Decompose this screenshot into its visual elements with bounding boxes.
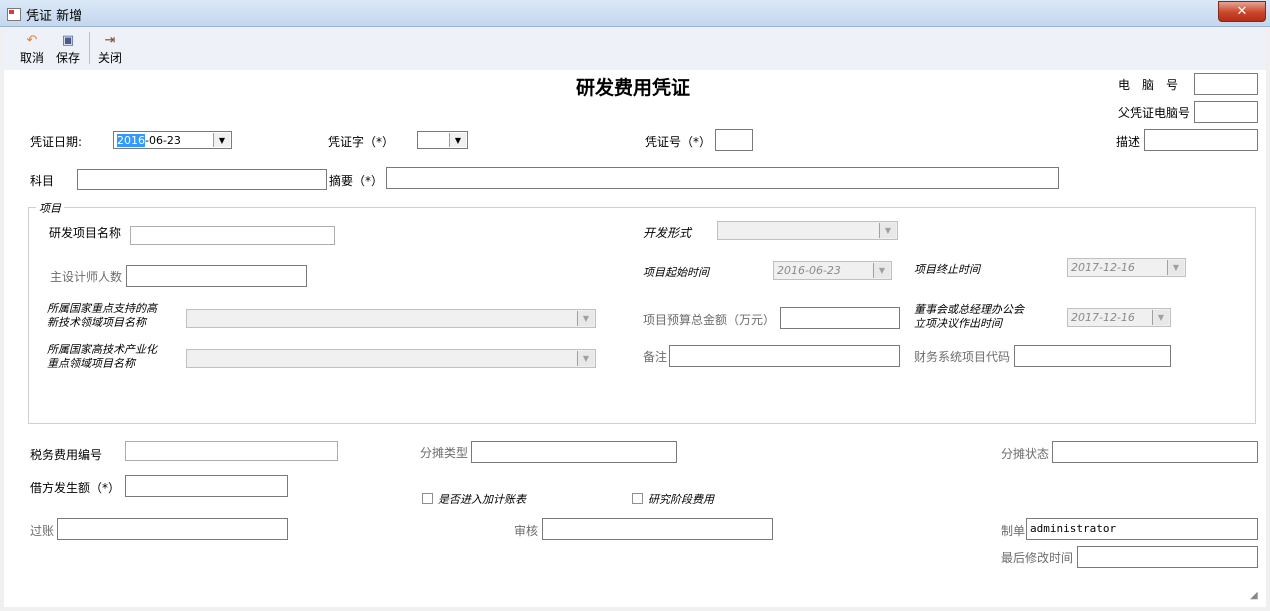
extra-deduct-label: 是否进入加计账表: [438, 493, 526, 506]
end-date-value: 2017-12-16: [1071, 261, 1135, 274]
exit-door-icon: ⇥: [104, 33, 116, 48]
audit-input[interactable]: [542, 518, 773, 540]
toolbar-separator: [89, 32, 90, 64]
industry-label-line2: 重点领域项目名称: [47, 357, 135, 370]
title-bar: 凭证 新增 ✕: [0, 0, 1270, 27]
voucher-word-dropdown[interactable]: ▼: [417, 131, 468, 149]
voucher-date-picker[interactable]: 2016-06-23 ▼: [113, 131, 232, 149]
tax-no-input[interactable]: [125, 441, 338, 461]
start-date-picker[interactable]: 2016-06-23 ▼: [773, 261, 892, 280]
voucher-no-label: 凭证号（*）: [645, 135, 712, 149]
hitech-project-dropdown[interactable]: ▼: [186, 309, 596, 328]
close-button[interactable]: ⇥ 关闭: [94, 33, 126, 66]
chevron-down-icon[interactable]: ▼: [577, 351, 594, 366]
alloc-type-label: 分摊类型: [420, 446, 469, 460]
posted-label: 过账: [30, 524, 55, 538]
save-label: 保存: [55, 51, 80, 65]
subject-label: 科目: [30, 174, 55, 188]
computer-no-label: 电 脑 号: [1118, 78, 1179, 92]
summary-label: 摘要（*）: [329, 174, 384, 188]
save-button[interactable]: ▣ 保存: [52, 33, 84, 66]
chevron-down-icon[interactable]: ▼: [449, 133, 466, 147]
resize-grip-icon[interactable]: ◢: [1250, 590, 1264, 604]
date-rest: -06-23: [145, 134, 181, 147]
chevron-down-icon[interactable]: ▼: [577, 311, 594, 326]
toolbar: [4, 27, 1266, 70]
parent-computer-no-input[interactable]: [1194, 101, 1258, 123]
project-name-label: 研发项目名称: [49, 226, 122, 240]
research-phase-label: 研究阶段费用: [648, 493, 714, 506]
extra-deduct-checkbox[interactable]: [422, 493, 433, 504]
dev-form-label: 开发形式: [643, 226, 692, 240]
budget-label: 项目预算总金额（万元）: [643, 313, 776, 327]
desc-label: 描述: [1116, 135, 1141, 149]
board-label-line2: 立项决议作出时间: [914, 317, 1002, 330]
posted-input[interactable]: [57, 518, 288, 540]
save-icon: ▣: [61, 33, 75, 48]
date-label: 凭证日期:: [30, 135, 83, 149]
parent-computer-no-label: 父凭证电脑号: [1118, 106, 1191, 120]
remark-label: 备注: [643, 350, 668, 364]
industry-project-dropdown[interactable]: ▼: [186, 349, 596, 368]
board-date-value: 2017-12-16: [1071, 311, 1135, 324]
end-date-picker[interactable]: 2017-12-16 ▼: [1067, 258, 1186, 277]
maker-label: 制单: [1001, 524, 1026, 538]
start-date-value: 2016-06-23: [777, 264, 841, 277]
chevron-down-icon[interactable]: ▼: [879, 223, 896, 238]
last-modified-label: 最后修改时间: [1001, 551, 1074, 565]
summary-input[interactable]: [386, 167, 1059, 189]
tax-no-label: 税务费用编号: [30, 448, 103, 462]
app-icon: [7, 8, 21, 21]
subject-input[interactable]: [77, 169, 327, 190]
voucher-word-label: 凭证字（*）: [328, 135, 395, 149]
date-selected-part: 2016: [117, 134, 145, 147]
debit-label: 借方发生额（*）: [30, 481, 121, 495]
chevron-down-icon[interactable]: ▼: [1152, 310, 1169, 325]
close-window-button[interactable]: ✕: [1218, 1, 1266, 22]
budget-input[interactable]: [780, 307, 900, 329]
research-phase-checkbox[interactable]: [632, 493, 643, 504]
designers-label: 主设计师人数: [50, 270, 123, 284]
chevron-down-icon[interactable]: ▼: [873, 263, 890, 278]
board-date-picker[interactable]: 2017-12-16 ▼: [1067, 308, 1171, 327]
cancel-label: 取消: [19, 51, 44, 65]
finance-code-input[interactable]: [1014, 345, 1171, 367]
project-name-input[interactable]: [130, 226, 335, 245]
alloc-type-input[interactable]: [471, 441, 677, 463]
voucher-no-input[interactable]: [715, 129, 753, 151]
chevron-down-icon[interactable]: ▼: [213, 133, 230, 147]
close-label: 关闭: [97, 51, 122, 65]
project-group-title: 项目: [36, 200, 64, 216]
window-title: 凭证 新增: [26, 9, 83, 24]
desc-input[interactable]: [1144, 129, 1258, 151]
alloc-status-input[interactable]: [1052, 441, 1258, 463]
designers-input[interactable]: [126, 265, 307, 287]
maker-input[interactable]: administrator: [1026, 518, 1258, 540]
audit-label: 审核: [514, 524, 539, 538]
start-time-label: 项目起始时间: [643, 266, 709, 279]
undo-icon: ↶: [26, 33, 38, 48]
remark-input[interactable]: [669, 345, 900, 367]
alloc-status-label: 分摊状态: [1001, 447, 1050, 461]
cancel-button[interactable]: ↶ 取消: [16, 33, 48, 66]
computer-no-input[interactable]: [1194, 73, 1258, 95]
end-time-label: 项目终止时间: [914, 263, 980, 276]
chevron-down-icon[interactable]: ▼: [1167, 260, 1184, 275]
hitech-label-line2: 新技术领域项目名称: [47, 316, 146, 329]
last-modified-input[interactable]: [1077, 546, 1258, 568]
form-heading: 研发费用凭证: [576, 77, 691, 99]
debit-input[interactable]: [125, 475, 288, 497]
dev-form-dropdown[interactable]: ▼: [717, 221, 898, 240]
finance-code-label: 财务系统项目代码: [914, 350, 1011, 364]
